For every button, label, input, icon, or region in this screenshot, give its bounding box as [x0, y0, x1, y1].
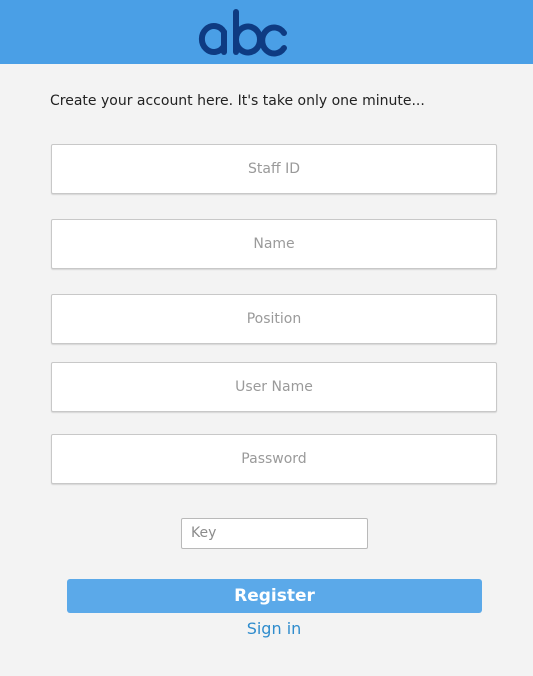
username-field[interactable]: User Name	[51, 362, 497, 412]
intro-text: Create your account here. It's take only…	[50, 93, 425, 109]
password-field[interactable]: Password	[51, 434, 497, 484]
name-field[interactable]: Name	[51, 219, 497, 269]
sign-in-link[interactable]: Sign in	[0, 619, 533, 638]
key-field[interactable]: Key	[181, 518, 368, 549]
abc-logo	[198, 9, 287, 57]
staff-id-field[interactable]: Staff ID	[51, 144, 497, 194]
register-button[interactable]: Register	[67, 579, 482, 613]
header-bar	[0, 0, 533, 64]
position-field[interactable]: Position	[51, 294, 497, 344]
